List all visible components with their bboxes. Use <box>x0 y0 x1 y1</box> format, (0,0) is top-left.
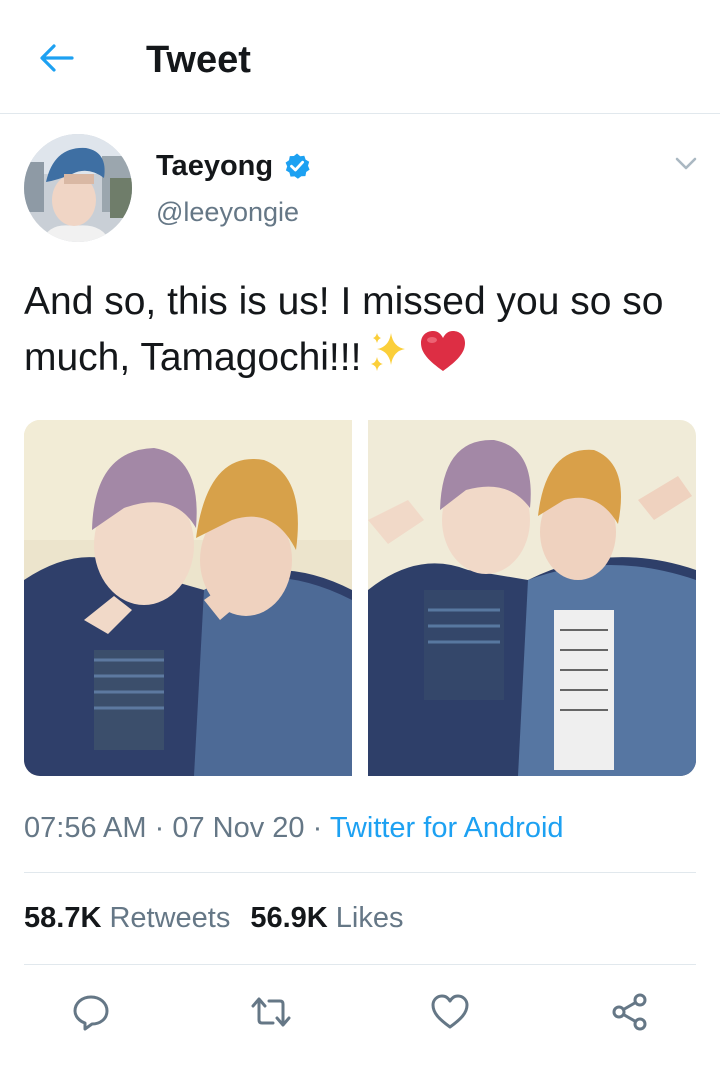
arrow-left-icon <box>40 44 74 72</box>
page-title: Tweet <box>146 39 251 81</box>
tweet-photo-1[interactable] <box>24 420 352 776</box>
tweet-stats: 58.7K Retweets 56.9K Likes <box>24 900 404 936</box>
tweet-meta: 07:56 AM · 07 Nov 20 · Twitter for Andro… <box>24 810 564 846</box>
app-header: Tweet <box>0 0 720 114</box>
back-button[interactable] <box>34 36 78 80</box>
meta-separator: · <box>154 812 165 844</box>
likes-label: Likes <box>335 902 404 934</box>
share-button[interactable] <box>608 990 652 1034</box>
tweet-menu-button[interactable] <box>668 150 704 178</box>
verified-badge-icon <box>285 153 310 179</box>
red-heart-emoji <box>419 329 467 390</box>
sparkles-emoji <box>367 329 413 390</box>
tweet-time: 07:56 AM <box>24 812 147 844</box>
likes-stat[interactable]: 56.9K Likes <box>250 902 403 934</box>
reply-icon <box>73 995 109 1031</box>
like-button[interactable] <box>428 990 472 1034</box>
author-handle[interactable]: @leeyongie <box>156 197 299 228</box>
author-name[interactable]: Taeyong <box>156 150 273 183</box>
reply-button[interactable] <box>69 990 113 1034</box>
retweets-stat[interactable]: 58.7K Retweets <box>24 902 230 934</box>
divider <box>24 872 696 873</box>
retweet-icon <box>251 997 291 1027</box>
retweets-label: Retweets <box>109 902 231 934</box>
like-icon <box>431 994 469 1029</box>
meta-separator: · <box>312 812 323 844</box>
avatar[interactable] <box>24 134 132 242</box>
chevron-down-icon <box>675 157 697 170</box>
tweet-date: 07 Nov 20 <box>172 812 305 844</box>
tweet-body: And so, this is us! I missed you so so m… <box>24 280 664 379</box>
tweet-source-link[interactable]: Twitter for Android <box>330 812 564 844</box>
share-icon <box>612 993 647 1031</box>
tweet-photo-2[interactable] <box>368 420 696 776</box>
retweets-count: 58.7K <box>24 902 102 934</box>
tweet-text: And so, this is us! I missed you so so m… <box>24 275 704 390</box>
tweet-actions <box>0 990 720 1034</box>
retweet-button[interactable] <box>249 990 293 1034</box>
divider <box>24 964 696 965</box>
likes-count: 56.9K <box>250 902 328 934</box>
author-name-row: Taeyong <box>156 146 311 186</box>
